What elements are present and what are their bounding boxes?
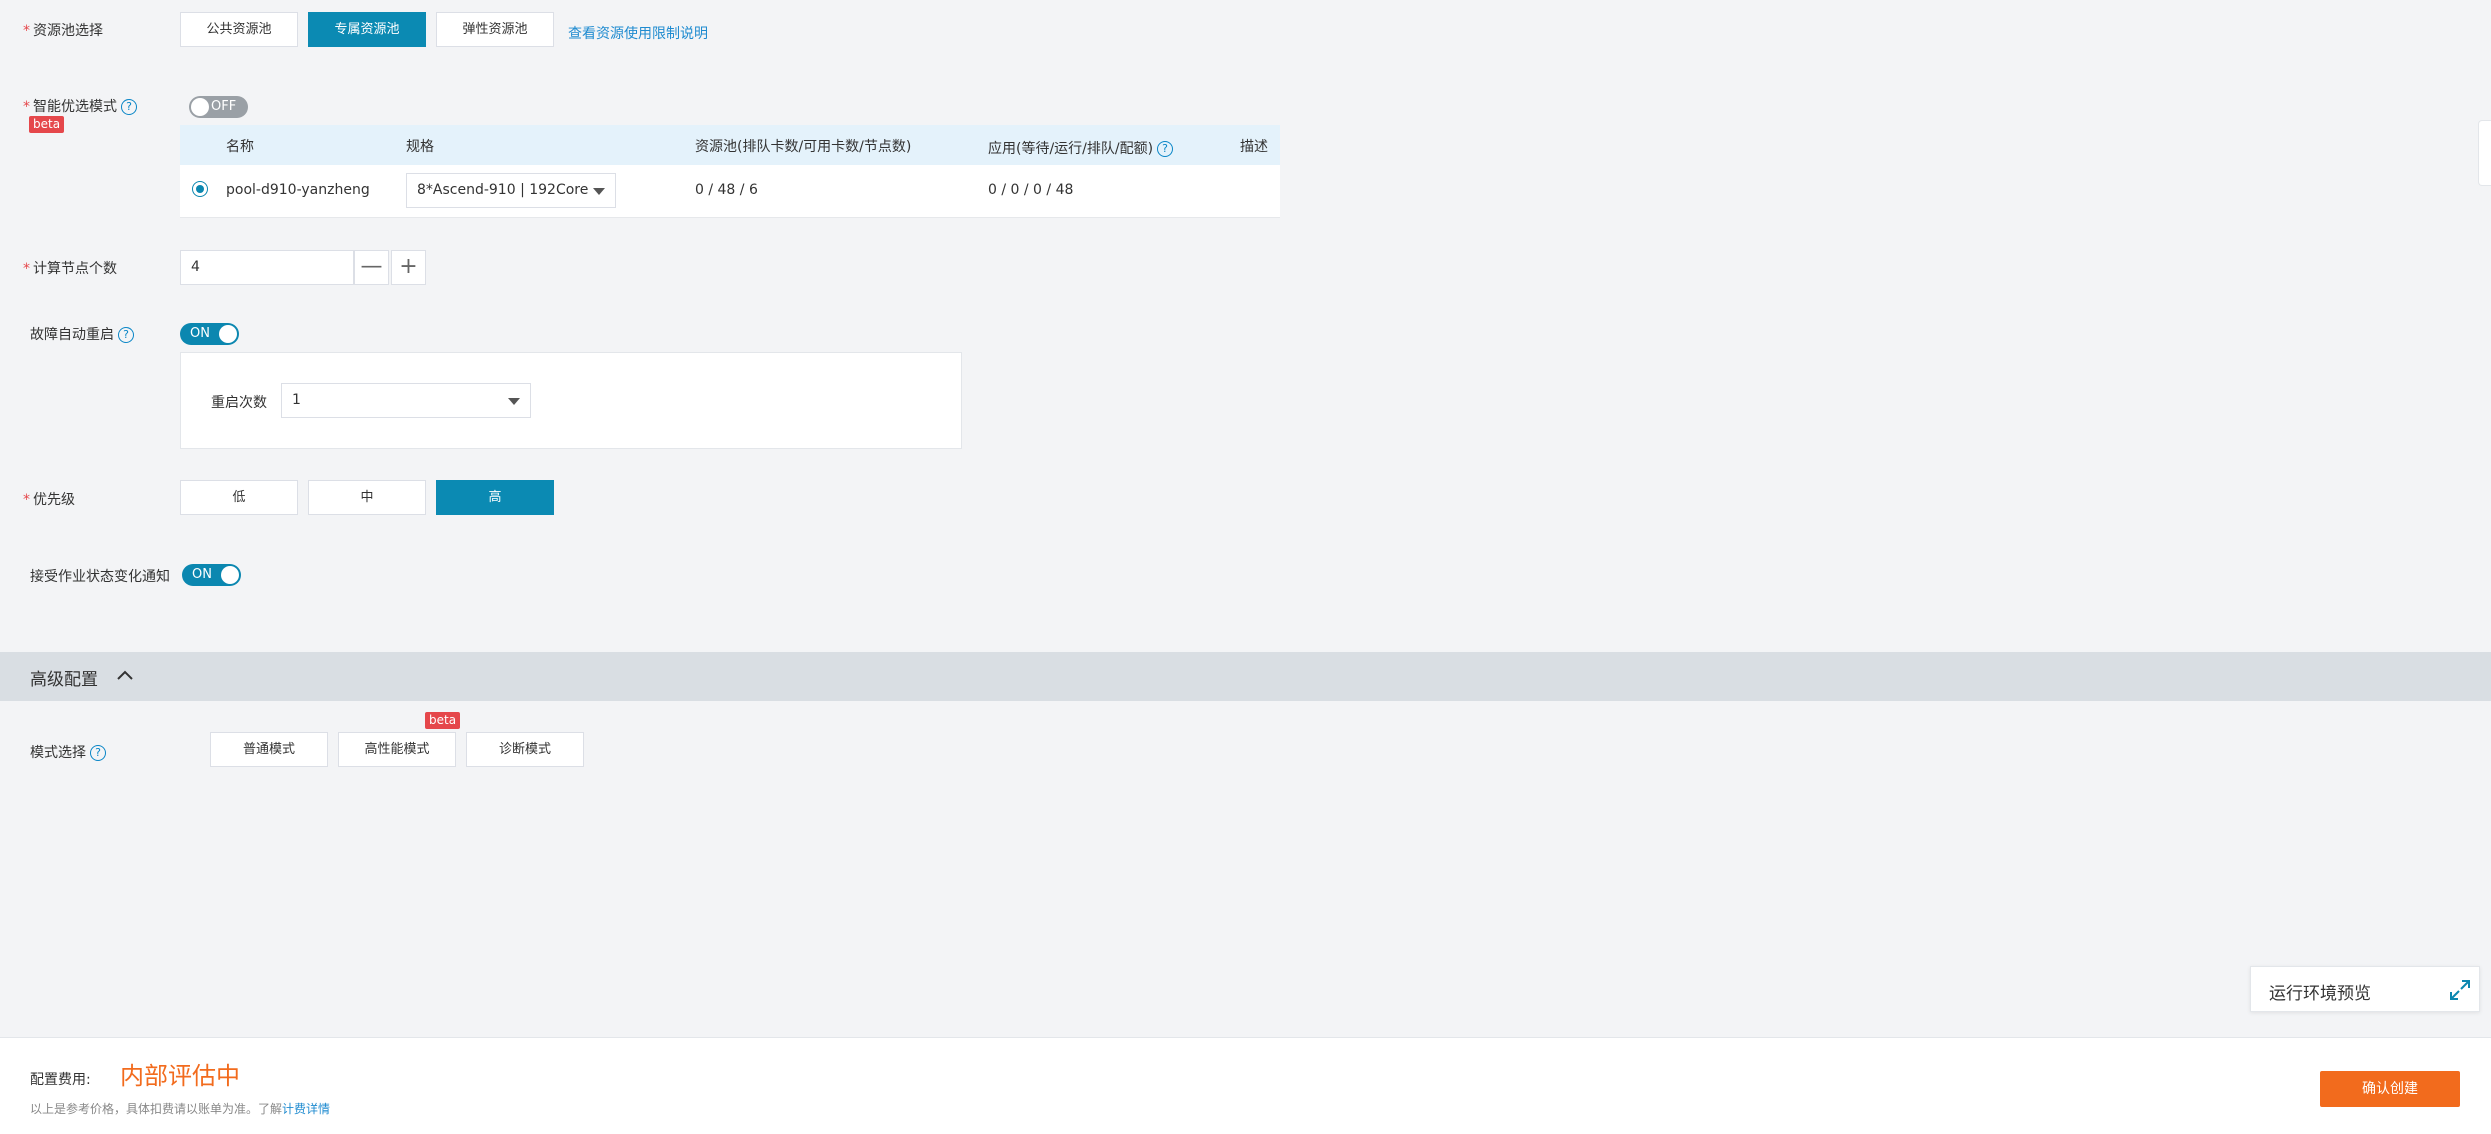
chevron-down-icon (593, 188, 605, 195)
restart-count-label: 重启次数 (211, 395, 267, 411)
app-stats: 0 / 0 / 0 / 48 (988, 182, 1074, 198)
resource-limit-link[interactable]: 查看资源使用限制说明 (568, 23, 708, 43)
pool-stats: 0 / 48 / 6 (695, 182, 758, 198)
help-icon[interactable]: ? (90, 745, 106, 761)
col-spec: 规格 (406, 139, 434, 155)
auto-restart-label: 故障自动重启? (30, 324, 134, 344)
notify-toggle[interactable]: ON (182, 564, 241, 586)
confirm-create-button[interactable]: 确认创建 (2320, 1071, 2460, 1107)
env-preview-panel[interactable]: 运行环境预览 (2250, 966, 2480, 1012)
footer-bar: 配置费用: 内部评估中 以上是参考价格，具体扣费请以账单为准。了解计费详情 确认… (0, 1037, 2491, 1134)
col-pool: 资源池(排队卡数/可用卡数/节点数) (695, 139, 912, 155)
priority-low[interactable]: 低 (180, 480, 298, 515)
billing-details-link[interactable]: 计费详情 (282, 1102, 330, 1116)
toggle-knob (219, 325, 237, 343)
priority-high[interactable]: 高 (436, 480, 554, 515)
pool-table-header: 名称 规格 资源池(排队卡数/可用卡数/节点数) 应用(等待/运行/排队/配额)… (180, 125, 1280, 165)
priority-label: * 优先级 (23, 492, 75, 508)
col-desc: 描述 (1240, 139, 1268, 155)
fee-note: 以上是参考价格，具体扣费请以账单为准。了解计费详情 (30, 1102, 331, 1116)
restart-count-select[interactable]: 1 (281, 383, 531, 418)
pool-option-public[interactable]: 公共资源池 (180, 12, 298, 47)
chevron-up-icon[interactable] (116, 669, 134, 681)
help-icon[interactable]: ? (121, 99, 137, 115)
row-radio[interactable] (192, 181, 208, 197)
advanced-config-bar[interactable]: 高级配置 (0, 652, 2491, 701)
node-count-label: * 计算节点个数 (23, 261, 117, 277)
env-preview-label: 运行环境预览 (2269, 984, 2371, 1004)
toggle-knob (191, 98, 209, 116)
fee-value: 内部评估中 (120, 1062, 240, 1090)
advanced-config-title: 高级配置 (30, 670, 98, 690)
auto-restart-toggle[interactable]: ON (180, 323, 239, 345)
smart-select-toggle[interactable]: OFF (189, 96, 248, 118)
pool-option-dedicated[interactable]: 专属资源池 (308, 12, 426, 47)
col-app: 应用(等待/运行/排队/配额)? (988, 138, 1174, 158)
chevron-down-icon (508, 398, 520, 405)
mode-high-performance[interactable]: 高性能模式 (338, 732, 456, 767)
node-count-input[interactable]: 4 (180, 250, 354, 285)
beta-badge: beta (425, 712, 461, 729)
col-name: 名称 (226, 139, 254, 155)
side-panel-tab[interactable] (2478, 120, 2491, 186)
spec-select[interactable]: 8*Ascend-910 | 192Core (406, 173, 616, 208)
beta-badge: beta (29, 116, 65, 133)
smart-select-label: * 智能优选模式? (23, 96, 137, 116)
resource-pool-label: * 资源池选择 (23, 23, 103, 39)
help-icon[interactable]: ? (1157, 141, 1174, 157)
mode-label: 模式选择? (30, 742, 106, 762)
toggle-knob (221, 566, 239, 584)
pool-option-elastic[interactable]: 弹性资源池 (436, 12, 554, 47)
help-icon[interactable]: ? (118, 327, 134, 343)
plus-button[interactable]: + (391, 250, 426, 285)
priority-medium[interactable]: 中 (308, 480, 426, 515)
mode-normal[interactable]: 普通模式 (210, 732, 328, 767)
table-row[interactable]: pool-d910-yanzheng 8*Ascend-910 | 192Cor… (180, 165, 1280, 218)
mode-diagnostic[interactable]: 诊断模式 (466, 732, 584, 767)
pool-name: pool-d910-yanzheng (226, 182, 370, 198)
restart-panel: 重启次数 1 (180, 352, 962, 449)
expand-icon[interactable] (2449, 979, 2471, 1001)
fee-label: 配置费用: (30, 1072, 91, 1088)
notify-label: 接受作业状态变化通知 (30, 569, 170, 585)
minus-button[interactable]: — (354, 250, 389, 285)
